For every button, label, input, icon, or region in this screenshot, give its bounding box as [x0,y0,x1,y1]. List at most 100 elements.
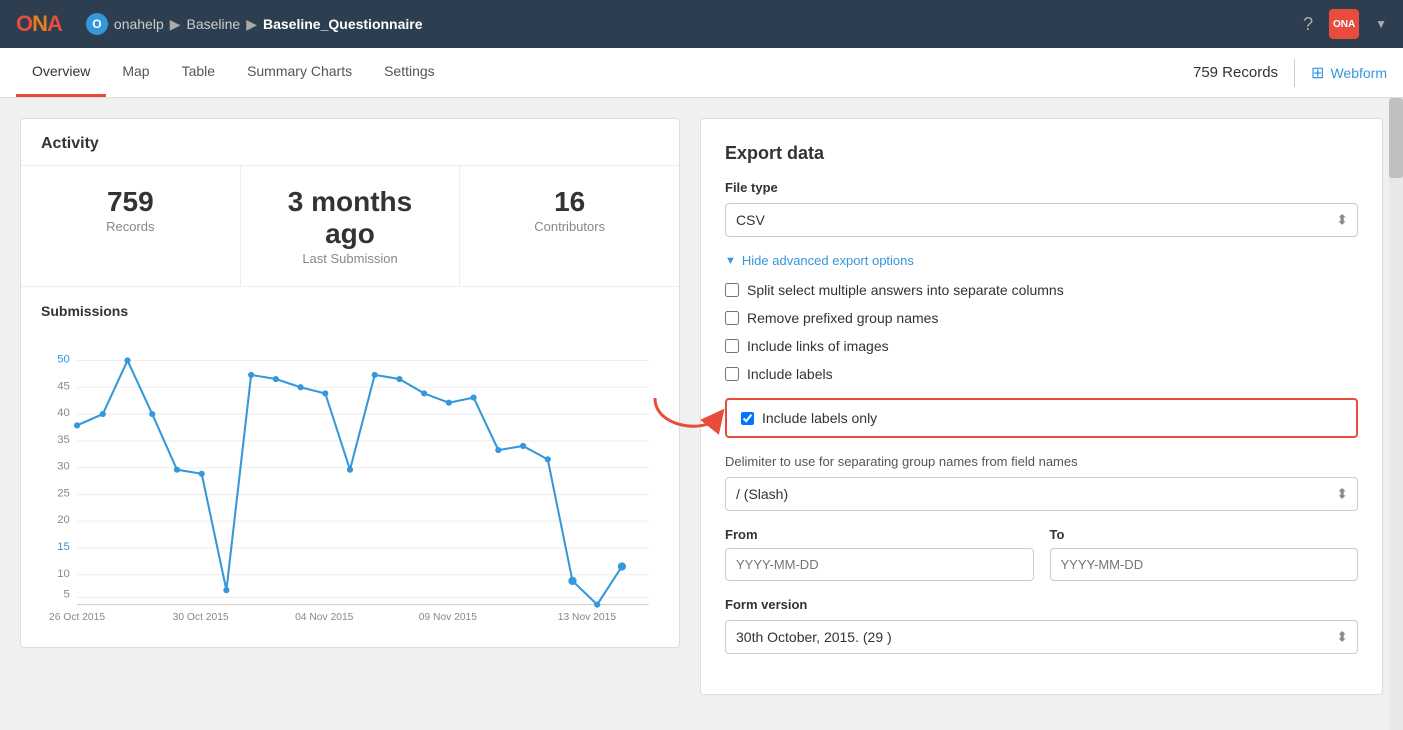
svg-text:26 Oct 2015: 26 Oct 2015 [49,612,105,623]
form-version-select-wrapper: 30th October, 2015. (29 ) ⬍ [725,620,1358,654]
file-type-label: File type [725,180,1358,195]
checkbox-include-labels-only[interactable]: Include labels only [725,398,1358,438]
chart-container: 50 45 40 35 30 25 20 15 10 5 [41,331,659,631]
svg-text:13 Nov 2015: 13 Nov 2015 [558,612,617,623]
svg-text:09 Nov 2015: 09 Nov 2015 [419,612,478,623]
tab-map[interactable]: Map [106,48,165,97]
svg-text:10: 10 [57,568,70,580]
stat-contributors: 16 Contributors [460,166,679,286]
svg-text:15: 15 [57,541,70,553]
checkbox-group: Split select multiple answers into separ… [725,282,1358,382]
form-version-label: Form version [725,597,1358,612]
breadcrumb-level2: Baseline_Questionnaire [263,16,423,32]
stat-submission-label: Last Submission [302,251,397,266]
svg-text:04 Nov 2015: 04 Nov 2015 [295,612,354,623]
stat-submission: 3 months ago Last Submission [241,166,461,286]
right-panel: Export data File type CSV XLS XLSX KML Z… [680,118,1383,710]
checkbox-include-links[interactable]: Include links of images [725,338,1358,354]
checkbox-remove-prefix-input[interactable] [725,311,739,325]
breadcrumb-sep1: ▶ [170,16,181,33]
breadcrumb: O onahelp ▶ Baseline ▶ Baseline_Question… [86,13,423,35]
include-labels-only-container: Include labels only [725,398,1358,438]
submissions-chart: 50 45 40 35 30 25 20 15 10 5 [41,331,659,631]
checkbox-include-labels-only-input[interactable] [741,412,754,425]
checkbox-remove-prefix[interactable]: Remove prefixed group names [725,310,1358,326]
date-row: From To [725,527,1358,581]
stat-records: 759 Records [21,166,241,286]
from-input[interactable] [725,548,1034,581]
webform-link[interactable]: ⊞ Webform [1311,63,1387,83]
subnav-right: 759 Records ⊞ Webform [1193,48,1387,97]
tab-overview[interactable]: Overview [16,48,106,97]
checkbox-remove-prefix-label: Remove prefixed group names [747,310,938,326]
avatar-dropdown-icon[interactable]: ▼ [1375,17,1387,31]
records-count: 759 Records [1193,64,1278,81]
checkbox-include-labels[interactable]: Include labels [725,366,1358,382]
svg-text:45: 45 [57,380,70,392]
org-name[interactable]: onahelp [114,16,164,32]
checkbox-include-labels-input[interactable] [725,367,739,381]
checkbox-include-links-input[interactable] [725,339,739,353]
delimiter-label: Delimiter to use for separating group na… [725,454,1358,469]
checkbox-split-select[interactable]: Split select multiple answers into separ… [725,282,1358,298]
chart-area: Submissions 50 45 40 35 30 25 20 15 10 5 [21,287,679,647]
file-type-select[interactable]: CSV XLS XLSX KML ZIP [725,203,1358,237]
toggle-advanced-options[interactable]: ▼ Hide advanced export options [725,253,1358,268]
nav-divider [1294,59,1295,87]
tab-settings[interactable]: Settings [368,48,451,97]
ona-logo: ONA [16,11,62,37]
svg-text:30 Oct 2015: 30 Oct 2015 [173,612,229,623]
stat-records-value: 759 [41,186,220,218]
stat-contributors-value: 16 [480,186,659,218]
checkbox-include-links-label: Include links of images [747,338,889,354]
form-version-select[interactable]: 30th October, 2015. (29 ) [725,620,1358,654]
to-field: To [1050,527,1359,581]
topbar-right: ? ONA ▼ [1303,9,1387,39]
export-card: Export data File type CSV XLS XLSX KML Z… [700,118,1383,695]
from-label: From [725,527,1034,542]
from-field: From [725,527,1034,581]
subnav: Overview Map Table Summary Charts Settin… [0,48,1403,98]
stat-records-label: Records [106,219,154,234]
toggle-arrow-icon: ▼ [725,255,736,267]
svg-text:40: 40 [57,407,70,419]
svg-text:20: 20 [57,514,70,526]
scrollbar-thumb[interactable] [1389,98,1403,178]
export-title: Export data [725,143,1358,164]
checkbox-split-select-label: Split select multiple answers into separ… [747,282,1064,298]
help-icon[interactable]: ? [1303,14,1313,35]
chart-title: Submissions [41,303,659,319]
svg-text:30: 30 [57,461,70,473]
svg-text:25: 25 [57,487,70,499]
scrollbar-track [1389,98,1403,730]
tab-table[interactable]: Table [166,48,231,97]
activity-stats: 759 Records 3 months ago Last Submission… [21,166,679,287]
to-label: To [1050,527,1359,542]
file-type-select-wrapper: CSV XLS XLSX KML ZIP ⬍ [725,203,1358,237]
svg-text:35: 35 [57,434,70,446]
checkbox-split-select-input[interactable] [725,283,739,297]
tab-summary-charts[interactable]: Summary Charts [231,48,368,97]
checkbox-include-labels-only-label: Include labels only [762,410,877,426]
arrow-annotation [645,388,725,448]
org-avatar: O [86,13,108,35]
main-content: Activity 759 Records 3 months ago Last S… [0,98,1403,730]
left-panel: Activity 759 Records 3 months ago Last S… [20,118,680,710]
toggle-label: Hide advanced export options [742,253,914,268]
to-input[interactable] [1050,548,1359,581]
stat-submission-value: 3 months ago [261,186,440,250]
breadcrumb-sep2: ▶ [246,16,257,33]
activity-card: Activity 759 Records 3 months ago Last S… [20,118,680,648]
user-avatar[interactable]: ONA [1329,9,1359,39]
delimiter-select[interactable]: / (Slash) . (Period) _ (Underscore) [725,477,1358,511]
svg-text:5: 5 [64,588,70,600]
stat-contributors-label: Contributors [534,219,605,234]
webform-icon: ⊞ [1311,63,1324,83]
subnav-tabs: Overview Map Table Summary Charts Settin… [16,48,451,97]
activity-title: Activity [21,119,679,166]
checkbox-include-labels-label: Include labels [747,366,833,382]
breadcrumb-level1[interactable]: Baseline [187,16,241,32]
webform-label: Webform [1330,65,1387,81]
svg-text:50: 50 [57,354,70,366]
topbar-left: ONA O onahelp ▶ Baseline ▶ Baseline_Ques… [16,11,423,37]
